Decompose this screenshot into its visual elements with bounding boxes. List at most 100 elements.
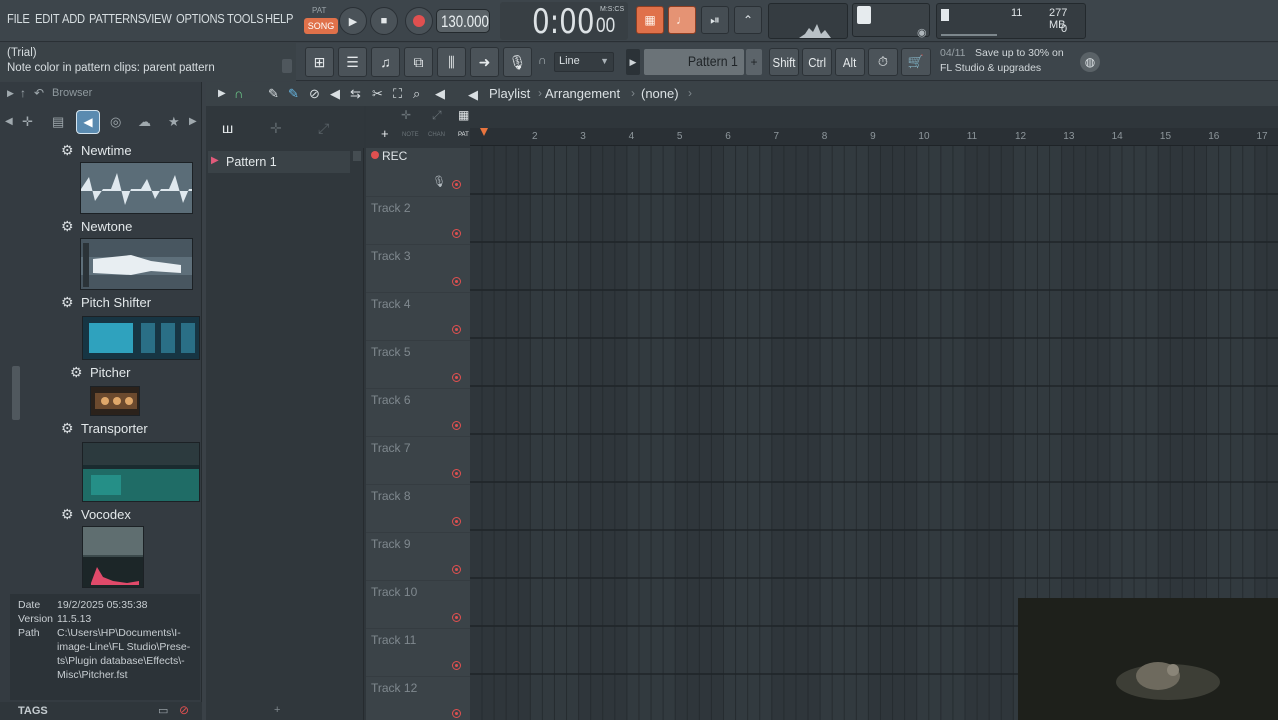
news-panel[interactable]: 04/11 Save up to 30% on FL Studio & upgr… — [934, 45, 1104, 79]
next-button[interactable]: ➜ — [470, 47, 499, 77]
piano-roll-button[interactable]: ♫ — [371, 47, 400, 77]
tab-pat[interactable]: PAT — [458, 132, 469, 138]
shift-key-button[interactable]: Shift — [769, 48, 799, 76]
plugin-pitch-shifter[interactable]: Pitch Shifter — [81, 295, 151, 310]
track-1-rec-dot[interactable] — [452, 180, 461, 189]
caret-left-icon[interactable]: ◀ — [5, 116, 13, 127]
rec-icon[interactable] — [371, 151, 379, 159]
channel-rack-button[interactable]: ☰ — [338, 47, 367, 77]
menu-help[interactable]: HELP — [265, 11, 293, 26]
metronome-button[interactable]: ♩ — [668, 6, 696, 34]
track-rec-dot[interactable] — [452, 517, 461, 526]
track-header[interactable]: Track 8 — [366, 484, 470, 532]
eye-icon[interactable]: ◉ — [917, 26, 927, 39]
track-header[interactable]: Track 3 — [366, 244, 470, 292]
newtime-thumbnail[interactable] — [80, 162, 193, 214]
select-icon[interactable]: ⛶ — [393, 86, 402, 102]
track-header[interactable]: Track 7 — [366, 436, 470, 484]
pattern-scroll[interactable] — [353, 151, 361, 161]
chan-tab-icon[interactable]: ⤢ — [432, 108, 442, 123]
typing-keyboard-button[interactable]: ▦ — [636, 6, 664, 34]
caret-right-icon[interactable]: ▶ — [7, 88, 14, 99]
track-header[interactable]: Track 4 — [366, 292, 470, 340]
pattern-item[interactable]: ▶ Pattern 1 — [208, 151, 350, 173]
shop-button[interactable]: 🛒 — [901, 48, 931, 76]
menu-options[interactable]: OPTIONS — [176, 11, 225, 26]
playlist-section[interactable]: Arrangement — [545, 86, 620, 101]
playlist-selection[interactable]: (none) — [641, 86, 679, 101]
menu-edit[interactable]: EDIT — [35, 11, 60, 26]
folder-icon[interactable]: ▭ — [158, 704, 168, 717]
record-button[interactable] — [405, 7, 433, 35]
zoom-icon[interactable]: ⌕ — [413, 86, 420, 102]
tempo-display[interactable]: 130.000 — [436, 9, 490, 33]
track-rec-dot[interactable] — [452, 613, 461, 622]
track-rec-dot[interactable] — [452, 373, 461, 382]
microphone-button[interactable]: 🎙 — [503, 47, 532, 77]
plugin-pitcher[interactable]: Pitcher — [90, 365, 130, 380]
track-header[interactable]: Track 12 — [366, 676, 470, 720]
paint-icon[interactable]: ✎ — [288, 86, 299, 102]
tab-favorites-icon[interactable]: ★ — [168, 114, 180, 130]
pitch-shifter-thumbnail[interactable] — [82, 316, 200, 360]
pattern-prev-button[interactable]: ▶ — [626, 49, 640, 75]
plugin-newtone[interactable]: Newtone — [81, 219, 132, 234]
slip-icon[interactable]: ⇆ — [350, 86, 361, 102]
transporter-thumbnail[interactable] — [82, 442, 200, 502]
track-header[interactable]: Track 6 — [366, 388, 470, 436]
menu-tools[interactable]: TOOLS — [227, 11, 264, 26]
playhead-marker[interactable] — [480, 128, 488, 146]
tab-online-icon[interactable]: ◎ — [110, 114, 121, 130]
pitcher-thumbnail[interactable] — [90, 386, 140, 416]
undo-icon[interactable]: ↶ — [34, 86, 44, 100]
timeline-ruler[interactable]: 2 3 4 5 6 7 8 9 10 11 12 13 14 15 16 17 — [470, 128, 1278, 146]
tags-label[interactable]: TAGS — [18, 705, 48, 717]
tab-files-icon[interactable]: ▤ — [52, 114, 64, 130]
plugin-transporter[interactable]: Transporter — [81, 421, 148, 436]
countdown-button[interactable]: ⌃ — [734, 6, 762, 34]
pattern-add-button[interactable]: + — [746, 49, 762, 75]
plugin-picker-button[interactable]: ⫼ — [437, 47, 466, 77]
add-pattern-icon[interactable]: + — [274, 704, 280, 716]
track-header[interactable]: Track 2 — [366, 196, 470, 244]
track-rec-dot[interactable] — [452, 661, 461, 670]
track-rec-dot[interactable] — [452, 229, 461, 238]
track-rec-dot[interactable] — [452, 709, 461, 718]
up-arrow-icon[interactable]: ↑ — [20, 86, 26, 100]
add-track-icon[interactable]: + — [381, 126, 389, 141]
snap-selector[interactable]: ∩ Line ▼ — [538, 52, 616, 72]
pencil-icon[interactable]: ✎ — [268, 86, 279, 102]
track-rec-dot[interactable] — [452, 565, 461, 574]
track-header[interactable]: Track 11 — [366, 628, 470, 676]
snap-dropdown[interactable]: Line ▼ — [554, 52, 614, 72]
slice-icon[interactable]: ✂ — [372, 86, 383, 102]
master-volume[interactable]: ◉ — [852, 3, 930, 39]
pattern-selector[interactable]: Pattern 1 — [644, 49, 744, 75]
track-rec-dot[interactable] — [452, 469, 461, 478]
volume-knob[interactable] — [857, 6, 871, 24]
piano-icon[interactable]: ш — [222, 120, 233, 136]
globe-button[interactable]: ◍ — [1080, 52, 1100, 72]
tab-chan[interactable]: CHAN — [428, 132, 445, 138]
menu-file[interactable]: FILE — [7, 11, 30, 26]
pat-tab-icon[interactable]: ▦ — [458, 108, 469, 122]
delete-icon[interactable]: ⊘ — [309, 86, 320, 102]
vocodex-thumbnail[interactable] — [82, 526, 144, 588]
track-header[interactable]: Track 10 — [366, 580, 470, 628]
channel-icon[interactable]: ✛ — [270, 120, 282, 137]
playlist-button[interactable]: ⊞ — [305, 47, 334, 77]
track-header[interactable]: Track 9 — [366, 532, 470, 580]
playback-icon[interactable]: ◀ — [435, 86, 445, 102]
track-header[interactable]: Track 5 — [366, 340, 470, 388]
play-button[interactable]: ▶ — [339, 7, 367, 35]
note-tab-icon[interactable]: ✛ — [401, 108, 411, 122]
caret-left-icon[interactable]: ◀ — [468, 87, 478, 103]
microphone-icon[interactable]: 🎙 — [432, 175, 446, 188]
search-icon[interactable]: ⊘ — [179, 703, 189, 717]
magnet-icon[interactable]: ∩ — [234, 86, 243, 101]
menu-patterns[interactable]: PATTERNS — [89, 11, 145, 26]
stop-button[interactable]: ■ — [370, 7, 398, 35]
menu-add[interactable]: ADD — [62, 11, 85, 26]
tab-all-icon[interactable]: ✛ — [22, 114, 33, 130]
tab-plugins-icon[interactable]: ◀ — [76, 110, 100, 134]
